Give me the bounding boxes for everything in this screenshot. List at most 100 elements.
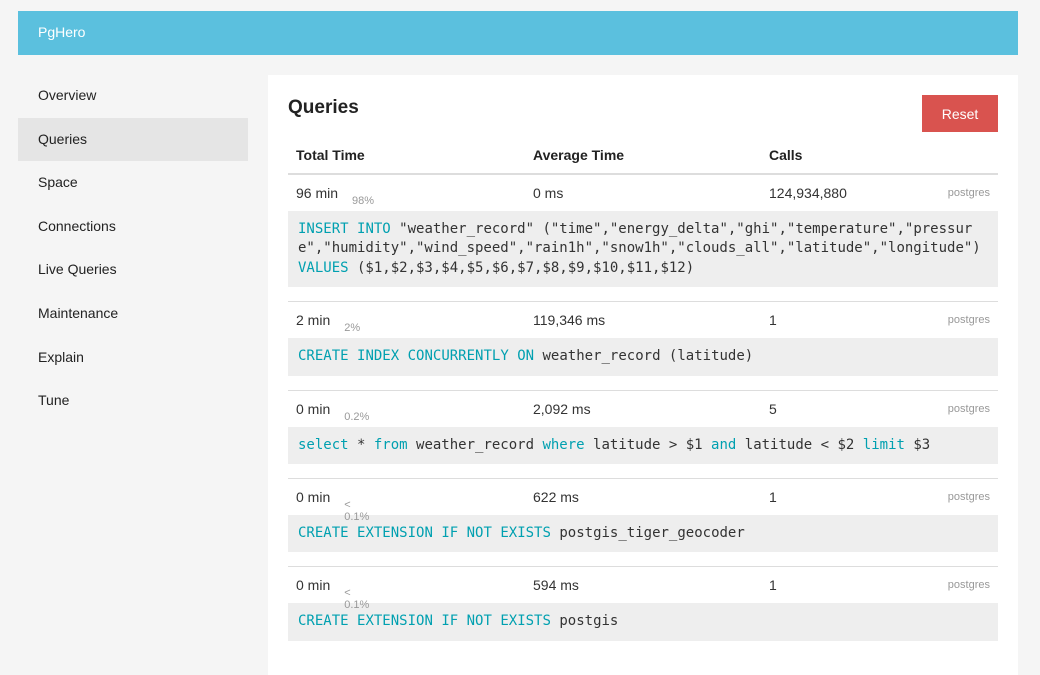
sidebar-item-space[interactable]: Space <box>18 161 248 205</box>
sql-text: ($1,$2,$3,$4,$5,$6,$7,$8,$9,$10,$11,$12) <box>348 259 695 276</box>
sql-keyword: limit <box>862 436 905 453</box>
percent-value: < 0.1% <box>344 499 370 524</box>
queries-table: Total Time Average Time Calls 96 min 98% … <box>288 139 998 655</box>
sql-keyword: EXISTS <box>500 525 551 542</box>
query-block: 0 min < 0.1% 622 ms 1 postgres CREATE EXT… <box>288 478 998 553</box>
sql-text: latitude > $1 <box>584 436 712 453</box>
query-sql: CREATE EXTENSION IF NOT EXISTS postgis <box>288 603 998 641</box>
sql-keyword: NOT <box>466 613 492 630</box>
sidebar-item-live-queries[interactable]: Live Queries <box>18 248 248 292</box>
sidebar-item-queries[interactable]: Queries <box>18 117 248 162</box>
query-sql: select * from weather_record where latit… <box>288 426 998 465</box>
calls-cell: 1 <box>769 577 777 594</box>
total-time-cell: 96 min 98% <box>296 185 374 207</box>
user-cell: postgres <box>947 491 990 504</box>
sql-text: $3 <box>904 436 931 453</box>
sql-keyword: INSERT <box>298 221 349 237</box>
total-time-value: 0 min <box>296 489 331 506</box>
header-total-time: Total Time <box>296 147 365 163</box>
average-time-cell: 594 ms <box>533 577 579 594</box>
calls-cell: 1 <box>769 489 777 506</box>
sql-keyword: EXISTS <box>500 613 551 630</box>
query-block: 2 min 2% 119,346 ms 1 postgres CREATE IND… <box>288 301 998 376</box>
total-time-cell: 2 min 2% <box>296 312 360 334</box>
sidebar-item-connections[interactable]: Connections <box>18 205 248 249</box>
sql-keyword: select <box>298 436 349 453</box>
header-calls: Calls <box>769 147 803 163</box>
query-block: 0 min < 0.1% 594 ms 1 postgres CREATE EXT… <box>288 566 998 641</box>
sql-keyword: ON <box>517 348 535 365</box>
sql-keyword: CREATE <box>298 613 349 630</box>
sql-text: latitude < $2 <box>736 436 863 453</box>
calls-cell: 5 <box>769 400 777 417</box>
query-sql: INSERT INTO "weather_record" ("time","en… <box>288 211 998 288</box>
sql-keyword: INTO <box>357 221 391 237</box>
calls-cell: 124,934,880 <box>769 185 847 201</box>
sql-text: weather_record <box>407 436 543 453</box>
query-block: 96 min 98% 0 ms 124,934,880 postgres INSE… <box>288 175 998 288</box>
sql-keyword: CREATE <box>298 348 349 365</box>
sql-keyword: and <box>711 436 737 453</box>
total-time-value: 0 min <box>296 577 331 594</box>
user-cell: postgres <box>947 579 990 592</box>
total-time-cell: 0 min < 0.1% <box>296 577 369 611</box>
sql-keyword: VALUES <box>298 259 349 276</box>
table-row: 96 min 98% 0 ms 124,934,880 postgres <box>288 175 998 211</box>
table-row: 0 min 0.2% 2,092 ms 5 postgres <box>288 389 998 427</box>
sql-text: weather_record (latitude) <box>534 348 754 365</box>
total-time-cell: 0 min < 0.1% <box>296 489 369 523</box>
top-navbar: PgHero <box>18 11 1018 55</box>
calls-cell: 1 <box>769 312 777 329</box>
sidebar-item-overview[interactable]: Overview <box>18 74 248 118</box>
percent-value: < 0.1% <box>344 587 370 612</box>
total-time-value: 96 min <box>296 185 339 201</box>
brand-link[interactable]: PgHero <box>38 24 85 40</box>
percent-value: 98% <box>352 195 375 207</box>
total-time-cell: 0 min 0.2% <box>296 400 369 423</box>
user-cell: postgres <box>947 314 990 327</box>
sql-keyword: NOT <box>466 525 492 542</box>
average-time-cell: 622 ms <box>533 489 579 506</box>
user-cell: postgres <box>947 187 990 199</box>
table-header: Total Time Average Time Calls <box>288 139 998 175</box>
percent-value: 2% <box>344 322 361 335</box>
user-cell: postgres <box>947 402 990 415</box>
query-sql: CREATE EXTENSION IF NOT EXISTS postgis_t… <box>288 515 998 553</box>
sidebar-item-explain[interactable]: Explain <box>18 336 248 380</box>
sidebar-item-tune[interactable]: Tune <box>18 379 248 423</box>
query-block: 0 min 0.2% 2,092 ms 5 postgres select * f… <box>288 389 998 465</box>
average-time-cell: 2,092 ms <box>533 400 591 417</box>
sql-keyword: CONCURRENTLY <box>407 348 509 365</box>
table-row: 0 min < 0.1% 594 ms 1 postgres <box>288 566 998 611</box>
table-row: 0 min < 0.1% 622 ms 1 postgres <box>288 478 998 523</box>
page-title: Queries <box>288 97 359 118</box>
sql-keyword: IF <box>441 525 459 542</box>
sql-text: postgis <box>550 613 619 630</box>
reset-button[interactable]: Reset <box>922 95 998 132</box>
query-sql: CREATE INDEX CONCURRENTLY ON weather_rec… <box>288 338 998 376</box>
sql-keyword: EXTENSION <box>357 613 433 630</box>
sql-text: "weather_record" ("time","energy_delta",… <box>298 221 990 257</box>
sidebar-item-maintenance[interactable]: Maintenance <box>18 292 248 336</box>
sql-keyword: IF <box>441 613 459 630</box>
sql-text: * <box>348 436 374 453</box>
average-time-cell: 0 ms <box>533 185 564 201</box>
sql-text: postgis_tiger_geocoder <box>550 525 745 542</box>
total-time-value: 0 min <box>296 400 331 417</box>
sidebar-nav: Overview Queries Space Connections Live … <box>18 74 248 423</box>
sql-keyword: EXTENSION <box>357 525 433 542</box>
table-row: 2 min 2% 119,346 ms 1 postgres <box>288 301 998 338</box>
total-time-value: 2 min <box>296 312 331 329</box>
header-average-time: Average Time <box>533 147 625 163</box>
sql-keyword: where <box>542 436 585 453</box>
main-content: Queries Reset Total Time Average Time Ca… <box>268 75 1018 675</box>
sql-keyword: INDEX <box>357 348 400 365</box>
